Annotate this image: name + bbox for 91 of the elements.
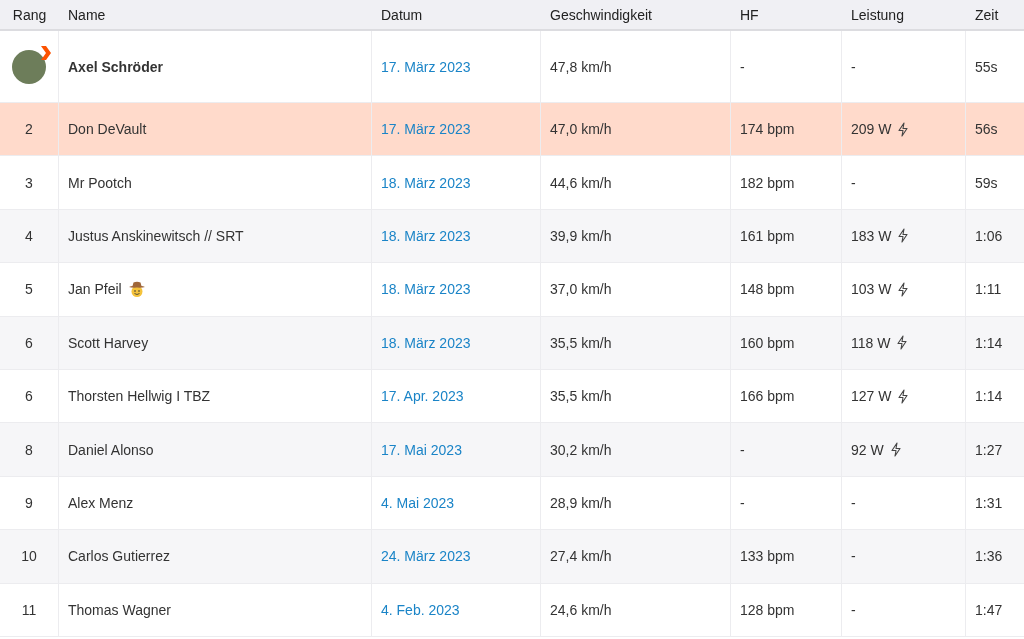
power-cell: - xyxy=(851,58,856,75)
power-cell: 127 W xyxy=(851,388,892,405)
power-cell: 209 W xyxy=(851,121,892,138)
date-link[interactable]: 18. März 2023 xyxy=(381,281,471,298)
chevron-badge-icon xyxy=(40,45,52,60)
heart-rate-cell: - xyxy=(740,58,745,75)
lightning-icon xyxy=(897,228,910,244)
athlete-name[interactable]: Carlos Gutierrez xyxy=(68,548,170,565)
speed-cell: 35,5 km/h xyxy=(550,334,612,351)
date-link[interactable]: 4. Feb. 2023 xyxy=(381,601,460,618)
date-link[interactable]: 17. März 2023 xyxy=(381,58,471,75)
power-cell: 92 W xyxy=(851,441,884,458)
time-cell: 1:06 xyxy=(975,227,1003,244)
time-cell: 59s xyxy=(975,174,998,191)
rank-cell: 9 xyxy=(25,494,33,511)
heart-rate-cell: 182 bpm xyxy=(740,174,795,191)
speed-cell: 30,2 km/h xyxy=(550,441,612,458)
date-link[interactable]: 18. März 2023 xyxy=(381,174,471,191)
athlete-name[interactable]: Justus Anskinewitsch // SRT xyxy=(68,227,244,244)
heart-rate-cell: 174 bpm xyxy=(740,121,795,138)
speed-cell: 37,0 km/h xyxy=(550,281,612,298)
lightning-icon xyxy=(897,388,910,404)
avatar-photo-placeholder xyxy=(12,49,46,84)
speed-cell: 44,6 km/h xyxy=(550,174,612,191)
power-cell: 118 W xyxy=(851,334,891,351)
lightning-icon xyxy=(896,335,909,351)
time-cell: 1:31 xyxy=(975,494,1003,511)
cowboy-face-icon xyxy=(127,280,146,298)
time-cell: 1:14 xyxy=(975,334,1003,351)
heart-rate-cell: - xyxy=(740,441,745,458)
heart-rate-cell: 148 bpm xyxy=(740,281,795,298)
date-link[interactable]: 4. Mai 2023 xyxy=(381,494,455,511)
heart-rate-cell: 160 bpm xyxy=(740,334,795,351)
column-header[interactable]: Rang xyxy=(0,6,59,23)
speed-cell: 39,9 km/h xyxy=(550,227,612,244)
power-cell: - xyxy=(851,601,856,618)
heart-rate-cell: 161 bpm xyxy=(740,227,795,244)
lightning-icon xyxy=(889,442,902,458)
power-cell: - xyxy=(851,494,856,511)
speed-cell: 27,4 km/h xyxy=(550,548,612,565)
athlete-name[interactable]: Scott Harvey xyxy=(68,334,149,351)
speed-cell: 24,6 km/h xyxy=(550,601,612,618)
date-link[interactable]: 18. März 2023 xyxy=(381,227,471,244)
rank-cell: 6 xyxy=(25,334,33,351)
column-header[interactable]: Geschwindigkeit xyxy=(541,6,731,23)
athlete-name[interactable]: Alex Menz xyxy=(68,494,134,511)
power-cell: 183 W xyxy=(851,227,892,244)
time-cell: 56s xyxy=(975,121,998,138)
athlete-name[interactable]: Jan Pfeil xyxy=(68,281,122,298)
date-link[interactable]: 17. Mai 2023 xyxy=(381,441,462,458)
date-link[interactable]: 24. März 2023 xyxy=(381,548,471,565)
power-cell: 103 W xyxy=(851,281,892,298)
column-header[interactable]: Zeit xyxy=(966,6,1024,23)
heart-rate-cell: 166 bpm xyxy=(740,388,795,405)
rank-cell: 3 xyxy=(25,174,33,191)
athlete-name[interactable]: Don DeVault xyxy=(68,121,147,138)
rank-cell: 5 xyxy=(25,281,33,298)
heart-rate-cell: 133 bpm xyxy=(740,548,795,565)
lightning-icon xyxy=(897,281,910,297)
athlete-name[interactable]: Mr Pootch xyxy=(68,174,132,191)
column-header[interactable]: Leistung xyxy=(842,6,966,23)
column-header[interactable]: HF xyxy=(731,6,842,23)
speed-cell: 35,5 km/h xyxy=(550,388,612,405)
athlete-name[interactable]: Thorsten Hellwig I TBZ xyxy=(68,388,211,405)
time-cell: 1:14 xyxy=(975,388,1003,405)
rank-cell: 11 xyxy=(21,601,37,618)
time-cell: 1:27 xyxy=(975,441,1003,458)
athlete-name[interactable]: Daniel Alonso xyxy=(68,441,154,458)
date-link[interactable]: 17. Apr. 2023 xyxy=(381,388,464,405)
athlete-name[interactable]: Axel Schröder xyxy=(68,58,163,75)
speed-cell: 28,9 km/h xyxy=(550,494,612,511)
rank-cell: 6 xyxy=(25,388,33,405)
power-cell: - xyxy=(851,548,856,565)
speed-cell: 47,0 km/h xyxy=(550,121,612,138)
time-cell: 1:36 xyxy=(975,548,1003,565)
heart-rate-cell: - xyxy=(740,494,745,511)
time-cell: 1:47 xyxy=(975,601,1003,618)
rank-cell: 10 xyxy=(21,548,37,565)
lightning-icon xyxy=(897,121,910,137)
rank-cell: 2 xyxy=(25,121,33,138)
column-header[interactable]: Name xyxy=(59,6,372,23)
speed-cell: 47,8 km/h xyxy=(550,58,612,75)
rank-cell: 4 xyxy=(25,227,33,244)
time-cell: 55s xyxy=(975,58,998,75)
rank-cell: 8 xyxy=(25,441,33,458)
heart-rate-cell: 128 bpm xyxy=(740,601,795,618)
column-header[interactable]: Datum xyxy=(372,6,541,23)
athlete-name[interactable]: Thomas Wagner xyxy=(68,601,171,618)
time-cell: 1:11 xyxy=(975,281,1002,298)
power-cell: - xyxy=(851,174,856,191)
date-link[interactable]: 18. März 2023 xyxy=(381,334,471,351)
